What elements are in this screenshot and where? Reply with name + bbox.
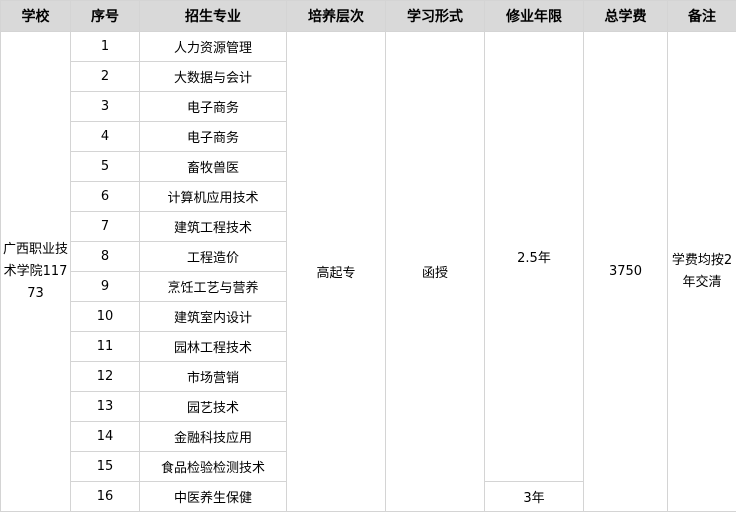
row-number-cell: 4 [71,122,140,152]
major-cell: 大数据与会计 [140,62,287,92]
header-row: 学校 序号 招生专业 培养层次 学习形式 修业年限 总学费 备注 [1,1,736,32]
level-cell: 高起专 [287,32,386,512]
remark-cell: 学费均按2年交清 [668,32,736,512]
row-number-cell: 12 [71,362,140,392]
row-number-cell: 1 [71,32,140,62]
row-number-cell: 13 [71,392,140,422]
school-cell: 广西职业技术学院11773 [1,32,71,512]
header-school: 学校 [1,1,71,32]
row-number-cell: 11 [71,332,140,362]
row-number-cell: 9 [71,272,140,302]
row-number-cell: 10 [71,302,140,332]
major-cell: 电子商务 [140,122,287,152]
header-major: 招生专业 [140,1,287,32]
header-study-mode: 学习形式 [386,1,485,32]
header-serial-number: 序号 [71,1,140,32]
admissions-fee-table: 学校 序号 招生专业 培养层次 学习形式 修业年限 总学费 备注 广西职业技术学… [0,0,736,512]
header-duration: 修业年限 [485,1,584,32]
study-mode-cell: 函授 [386,32,485,512]
header-level: 培养层次 [287,1,386,32]
major-cell: 计算机应用技术 [140,182,287,212]
row-number-cell: 5 [71,152,140,182]
row-number-cell: 2 [71,62,140,92]
major-cell: 市场营销 [140,362,287,392]
table-row: 广西职业技术学院11773 1 人力资源管理 高起专 函授 2.5年 3750 … [1,32,736,62]
header-remark: 备注 [668,1,736,32]
major-cell: 园林工程技术 [140,332,287,362]
row-number-cell: 15 [71,452,140,482]
major-cell: 园艺技术 [140,392,287,422]
major-cell: 中医养生保健 [140,482,287,512]
row-number-cell: 7 [71,212,140,242]
major-cell: 工程造价 [140,242,287,272]
header-total-fee: 总学费 [584,1,668,32]
major-cell: 食品检验检测技术 [140,452,287,482]
major-cell: 人力资源管理 [140,32,287,62]
row-number-cell: 6 [71,182,140,212]
major-cell: 烹饪工艺与营养 [140,272,287,302]
row-number-cell: 16 [71,482,140,512]
row-number-cell: 3 [71,92,140,122]
major-cell: 电子商务 [140,92,287,122]
row-number-cell: 14 [71,422,140,452]
major-cell: 建筑室内设计 [140,302,287,332]
major-cell: 金融科技应用 [140,422,287,452]
total-fee-cell: 3750 [584,32,668,512]
major-cell: 畜牧兽医 [140,152,287,182]
duration-cell-last: 3年 [485,482,584,512]
row-number-cell: 8 [71,242,140,272]
duration-cell: 2.5年 [485,32,584,482]
major-cell: 建筑工程技术 [140,212,287,242]
